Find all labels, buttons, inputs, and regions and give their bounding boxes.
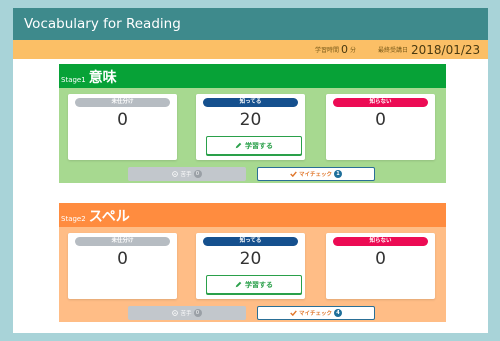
app-title: Vocabulary for Reading bbox=[13, 8, 488, 40]
card-know[interactable]: 知ってる 20 学習する bbox=[196, 94, 305, 160]
count-dont-know: 0 bbox=[375, 249, 386, 269]
stage-body-2: 未仕分け 0 知ってる 20 学習する 知らない 0 苦手 0 マイチェック 4 bbox=[59, 227, 446, 322]
count-dont-know: 0 bbox=[375, 110, 386, 130]
mycheck-button-label: マイチェック bbox=[298, 172, 332, 178]
last-date-label: 最終受講日 bbox=[378, 47, 409, 54]
weak-count-badge: 0 bbox=[193, 170, 202, 178]
mycheck-button[interactable]: マイチェック 1 bbox=[257, 167, 375, 181]
study-time-label: 学習時間 bbox=[315, 47, 340, 54]
stage-title: 意味 bbox=[88, 70, 117, 86]
mycheck-count-badge: 4 bbox=[334, 309, 342, 317]
study-button[interactable]: 学習する bbox=[206, 136, 302, 155]
study-time-value: 0 bbox=[341, 43, 349, 56]
study-button[interactable]: 学習する bbox=[206, 275, 302, 294]
badge-dont-know: 知らない bbox=[333, 237, 428, 246]
stage-header-1: Stage1 意味 bbox=[59, 64, 446, 88]
card-dont-know[interactable]: 知らない 0 bbox=[326, 233, 435, 299]
count-unsorted: 0 bbox=[117, 249, 128, 269]
weak-button[interactable]: 苦手 0 bbox=[128, 167, 246, 181]
stage-body-1: 未仕分け 0 知ってる 20 学習する 知らない 0 苦手 0 マイチェック 1 bbox=[59, 88, 446, 183]
last-study-date: 最終受講日 2018/01/23 bbox=[378, 40, 480, 59]
weak-icon bbox=[172, 171, 179, 177]
badge-dont-know: 知らない bbox=[333, 98, 428, 107]
count-unsorted: 0 bbox=[117, 110, 128, 130]
mycheck-button[interactable]: マイチェック 4 bbox=[257, 306, 375, 320]
stage-header-2: Stage2 スペル bbox=[59, 203, 446, 227]
study-time: 学習時間 0 分 bbox=[315, 40, 356, 59]
weak-button-label: 苦手 bbox=[180, 172, 192, 178]
checkmark-icon bbox=[290, 171, 297, 177]
checkmark-icon bbox=[290, 310, 297, 316]
pencil-icon bbox=[235, 281, 242, 288]
weak-button-label: 苦手 bbox=[180, 311, 192, 317]
weak-icon bbox=[172, 310, 179, 316]
badge-unsorted: 未仕分け bbox=[75, 98, 170, 107]
count-know: 20 bbox=[239, 249, 262, 269]
badge-know: 知ってる bbox=[203, 237, 298, 246]
stage-panel-1: Stage1 意味 未仕分け 0 知ってる 20 学習する 知らない 0 苦手 … bbox=[59, 64, 446, 183]
badge-know: 知ってる bbox=[203, 98, 298, 107]
stage-number: Stage1 bbox=[61, 76, 86, 84]
card-know[interactable]: 知ってる 20 学習する bbox=[196, 233, 305, 299]
count-know: 20 bbox=[239, 110, 262, 130]
card-dont-know[interactable]: 知らない 0 bbox=[326, 94, 435, 160]
study-time-unit: 分 bbox=[350, 47, 357, 54]
weak-count-badge: 0 bbox=[193, 309, 202, 317]
last-date-value: 2018/01/23 bbox=[411, 42, 481, 57]
info-bar: 学習時間 0 分 最終受講日 2018/01/23 bbox=[13, 40, 488, 59]
badge-unsorted: 未仕分け bbox=[75, 237, 170, 246]
pencil-icon bbox=[235, 142, 242, 149]
study-button-label: 学習する bbox=[245, 141, 273, 150]
stage-panel-2: Stage2 スペル 未仕分け 0 知ってる 20 学習する 知らない 0 苦手… bbox=[59, 203, 446, 322]
study-button-label: 学習する bbox=[245, 280, 273, 289]
mycheck-count-badge: 1 bbox=[334, 170, 342, 178]
stage-title: スペル bbox=[88, 209, 130, 225]
weak-button[interactable]: 苦手 0 bbox=[128, 306, 246, 320]
card-unsorted[interactable]: 未仕分け 0 bbox=[68, 233, 177, 299]
mycheck-button-label: マイチェック bbox=[298, 311, 332, 317]
app-window: Vocabulary for Reading 学習時間 0 分 最終受講日 20… bbox=[13, 8, 488, 333]
stage-number: Stage2 bbox=[61, 215, 86, 223]
card-unsorted[interactable]: 未仕分け 0 bbox=[68, 94, 177, 160]
